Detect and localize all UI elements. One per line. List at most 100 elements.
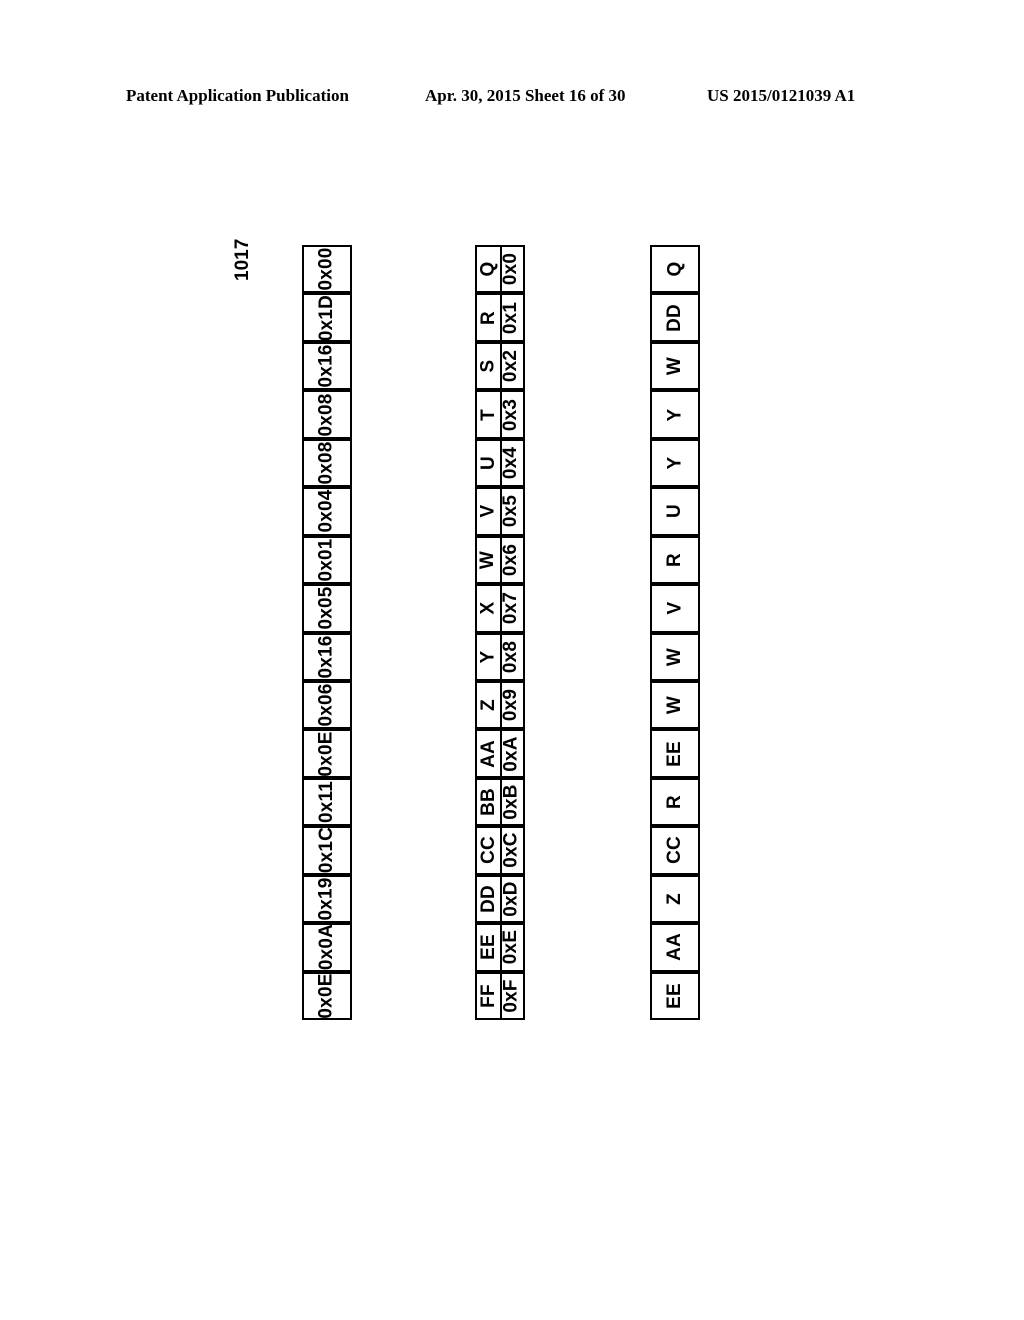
result-cell-value: AA	[664, 933, 685, 962]
result-cell-value: Y	[664, 456, 685, 470]
result-cell-value: W	[663, 696, 685, 715]
mask-cell-value: 0x0E	[316, 973, 337, 1019]
result-cell-value: Z	[664, 893, 685, 905]
result-cell-value: EE	[664, 740, 685, 767]
mask-cell: 0x08	[302, 390, 352, 439]
result-cell-value: Q	[663, 261, 685, 277]
mask-cell: 0x1D	[302, 293, 352, 342]
result-cell: W	[650, 680, 700, 730]
mask-cell-value: 0x01	[315, 538, 337, 582]
result-cell: R	[650, 535, 700, 585]
result-cell-value: W	[663, 357, 685, 376]
table-cell-letter: X	[477, 601, 499, 615]
mask-cell: 0x0E	[302, 971, 352, 1020]
mask-cell-value: 0x11	[316, 781, 337, 824]
table-cell-index: 0xC	[500, 832, 522, 869]
table-cell: V 0x5	[475, 487, 525, 536]
mask-ref-1017: 1017	[232, 238, 253, 282]
table-cell-letter: Z	[477, 699, 499, 712]
mask-cell-value: 0x08	[315, 392, 337, 437]
mask-cell: 0x05	[302, 584, 352, 633]
table-cell-letter: BB	[477, 788, 499, 816]
table-cell-index: 0x2	[500, 349, 522, 383]
mask-cell: 0x11	[302, 777, 352, 827]
mask-cell: 0x16	[302, 341, 352, 391]
mask-cell: 0x04	[302, 487, 352, 536]
table-cell-letter: Q	[477, 261, 499, 277]
table-cell-letter: W	[477, 550, 499, 569]
table-cell: Z 0x9	[475, 680, 525, 730]
result-cell: Z	[650, 874, 700, 924]
table-cell: U 0x4	[475, 438, 525, 488]
table-cell: S 0x2	[475, 341, 525, 391]
table-cell-index: 0xA	[500, 735, 522, 772]
result-cell: W	[650, 632, 700, 681]
table-cell: X 0x7	[475, 584, 525, 633]
mask-cell: 0x08	[302, 438, 352, 488]
mask-cell: 0x0A	[302, 923, 352, 972]
table-cell-index: 0x5	[500, 495, 522, 528]
result-cell-value: R	[663, 552, 685, 567]
table-cell-letter: EE	[477, 934, 499, 961]
high-table-data-column: Q 0x0 R 0x1 S 0x2 T 0x3 U 0x4 V 0x5 W 0x6 X 0x7 Y 0x8 Z 0x9…	[475, 245, 525, 1020]
result-cell: EE	[650, 971, 700, 1020]
table-cell: W 0x6	[475, 535, 525, 585]
mask-cell: 0x00	[302, 245, 352, 294]
mask-cell: 0x01	[302, 535, 352, 585]
mask-cell: 0x0E	[302, 729, 352, 778]
mask-cell: 0x1C	[302, 826, 352, 875]
mask-cell-value: 0x06	[315, 683, 337, 727]
result-cell: AA	[650, 923, 700, 972]
table-cell: EE 0xE	[475, 923, 525, 972]
result-cell: Y	[650, 390, 700, 439]
table-cell-index: 0x0	[500, 253, 522, 286]
table-cell: T 0x3	[475, 390, 525, 439]
mask-cell-value: 0x08	[315, 441, 337, 485]
result-cell: U	[650, 487, 700, 536]
result-cell-value: R	[663, 795, 685, 809]
table-cell-index: 0x1	[500, 301, 522, 334]
result-cell-value: W	[663, 647, 685, 666]
table-cell-letter: CC	[477, 836, 499, 865]
table-cell-letter: R	[477, 310, 499, 325]
table-cell: AA 0xA	[475, 729, 525, 778]
table-cell-index: 0xE	[500, 930, 522, 965]
mask-cell: 0x16	[302, 632, 352, 681]
mask-column: 0x00 0x1D 0x16 0x08 0x08 0x04 0x01 0x05 0x16 0x06…	[302, 245, 352, 1020]
result-cell: EE	[650, 729, 700, 778]
table-cell-letter: T	[477, 408, 499, 421]
result-cell-value: DD	[664, 303, 685, 332]
result-cell: Y	[650, 438, 700, 488]
mask-cell-value: 0x16	[315, 635, 337, 679]
result-cell-value: Y	[664, 408, 685, 421]
table-cell-letter: V	[477, 504, 499, 518]
mask-cell-value: 0x00	[315, 247, 337, 291]
result-cell: W	[650, 341, 700, 391]
result-cell: Q	[650, 245, 700, 294]
table-cell-letter: S	[477, 359, 499, 373]
table-cell-letter: U	[477, 456, 499, 470]
table-cell-letter: FF	[477, 983, 499, 1008]
table-cell: R 0x1	[475, 293, 525, 342]
mask-cell-value: 0x1C	[316, 827, 338, 874]
table-cell-index: 0xB	[500, 784, 522, 820]
result-cell: R	[650, 777, 700, 827]
table-cell: Q 0x0	[475, 245, 525, 294]
table-cell-index: 0xD	[500, 881, 522, 917]
table-cell-index: 0x7	[500, 592, 522, 625]
table-cell-index: 0x8	[500, 640, 522, 673]
result-cell-value: V	[664, 601, 685, 615]
table-cell: FF 0xF	[475, 971, 525, 1020]
table-cell-letter: DD	[477, 884, 499, 913]
table-cell-index: 0x4	[500, 446, 522, 480]
temp-resultant-b-column: Q DD W Y Y U R V W W EE R CC Z AA EE	[650, 245, 700, 1020]
table-cell-index: 0xF	[500, 979, 522, 1013]
table-cell: CC 0xC	[475, 826, 525, 875]
mask-cell-value: 0x19	[315, 877, 337, 921]
table-cell-index: 0x9	[500, 689, 522, 722]
mask-cell: 0x19	[302, 874, 352, 924]
mask-cell-value: 0x1D	[316, 294, 338, 341]
mask-cell-value: 0x05	[315, 586, 337, 630]
mask-cell-value: 0x0A	[316, 924, 338, 971]
table-cell-letter: AA	[477, 739, 499, 768]
